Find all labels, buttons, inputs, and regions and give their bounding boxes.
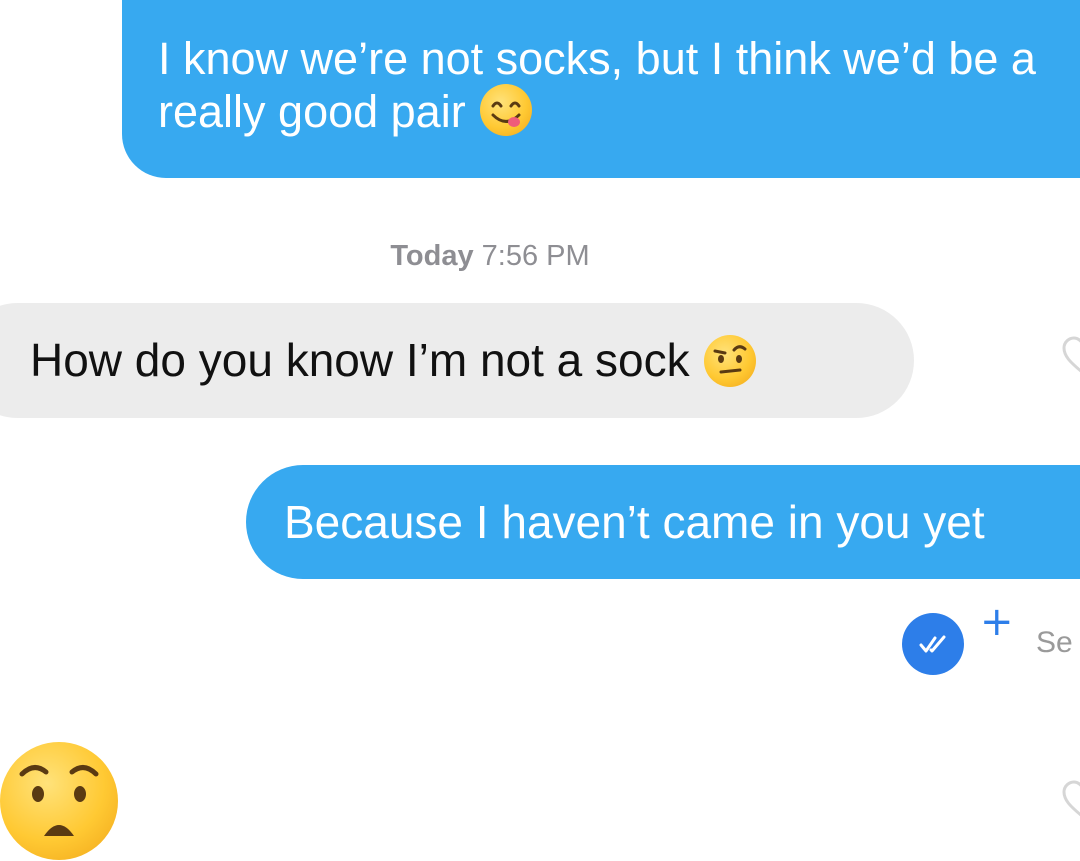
face-savoring-food-emoji	[479, 84, 532, 137]
timestamp-day: Today	[390, 240, 474, 272]
message-text: Because I haven’t came in you yet	[284, 496, 985, 548]
incoming-message-bubble[interactable]: How do you know I’m not a sock	[0, 303, 914, 418]
outgoing-message-bubble[interactable]: I know we’re not socks, but I think we’d…	[122, 0, 1080, 178]
timestamp-time: 7:56 PM	[481, 240, 590, 272]
anxious-face-emoji	[0, 742, 118, 860]
message-text: I know we’re not socks, but I think we’d…	[158, 33, 1036, 137]
message-timestamp: Today 7:56 PM	[0, 240, 980, 273]
react-heart-icon[interactable]	[1060, 778, 1080, 822]
message-text: How do you know I’m not a sock	[30, 334, 690, 386]
double-check-icon	[902, 613, 964, 675]
react-heart-icon[interactable]	[1060, 334, 1080, 378]
face-with-raised-eyebrow-emoji	[703, 334, 756, 387]
add-status-plus[interactable]: +	[980, 602, 1014, 642]
seen-label: Se	[1036, 626, 1073, 659]
outgoing-message-bubble[interactable]: Because I haven’t came in you yet	[246, 465, 1080, 579]
